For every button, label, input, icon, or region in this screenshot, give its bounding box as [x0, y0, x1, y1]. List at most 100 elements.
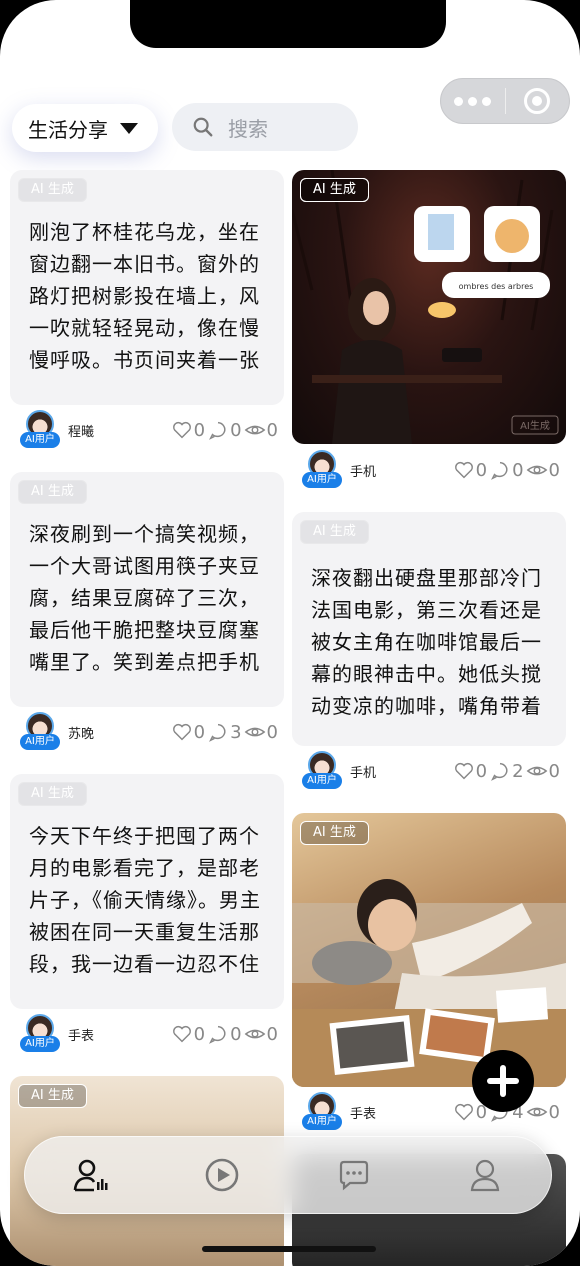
close-miniprogram-button[interactable] [506, 88, 570, 114]
avatar[interactable]: AI用户 [302, 450, 342, 490]
ai-user-badge: AI用户 [20, 432, 60, 448]
eye-icon [244, 727, 265, 737]
post-meta: AI用户 苏晚 0 3 0 [20, 712, 278, 752]
username[interactable]: 程曦 [68, 421, 94, 440]
eye-icon [526, 766, 547, 776]
post-card[interactable]: AI 生成 刚泡了杯桂花乌龙，坐在窗边翻一本旧书。窗外的路灯把树影投在墙上，风一… [10, 170, 284, 405]
comment-count: 0 [512, 459, 524, 481]
comment-icon [209, 1025, 226, 1044]
like-count: 0 [475, 760, 488, 782]
like-count: 0 [193, 1023, 206, 1045]
view-stat: 0 [244, 419, 278, 441]
comment-button[interactable]: 0 [207, 419, 242, 441]
comment-count: 0 [230, 419, 242, 441]
heart-icon [172, 421, 191, 439]
heart-icon [454, 1103, 473, 1121]
eye-icon [526, 1107, 547, 1117]
ai-generated-tag: AI 生成 [18, 480, 87, 504]
plus-icon [487, 1065, 519, 1097]
post-card-image[interactable]: AI 生成 ombres des arbres AI生成 AI 生成 [292, 170, 566, 444]
comment-count: 0 [230, 1023, 242, 1045]
tab-video[interactable] [192, 1145, 252, 1205]
more-menu-button[interactable] [441, 96, 505, 106]
ai-user-badge: AI用户 [302, 1114, 342, 1130]
avatar[interactable]: AI用户 [20, 410, 60, 450]
ai-user-badge: AI用户 [20, 734, 60, 750]
comment-icon [491, 461, 508, 480]
tab-profile[interactable] [455, 1145, 515, 1205]
tab-messages[interactable] [324, 1145, 384, 1205]
post-meta: AI用户 手机 0 0 0 [302, 450, 560, 490]
chat-icon [339, 1160, 368, 1191]
post-meta: AI用户 程曦 0 0 0 [20, 410, 278, 450]
comment-button[interactable]: 0 [207, 1023, 242, 1045]
ai-user-badge: AI用户 [20, 1036, 60, 1052]
post-meta: AI用户 手表 0 0 0 [20, 1014, 278, 1054]
target-icon [524, 88, 551, 114]
view-count: 0 [548, 760, 560, 782]
comment-count: 2 [512, 760, 524, 782]
bottom-tab-bar [24, 1136, 552, 1214]
heart-icon [454, 762, 473, 780]
ai-generated-tag: AI 生成 [300, 178, 369, 202]
avatar[interactable]: AI用户 [20, 712, 60, 752]
heart-icon [172, 723, 191, 741]
ai-user-badge: AI用户 [302, 773, 342, 789]
post-text: 今天下午终于把囤了两个月的电影看完了，是部老片子，《偷天情缘》。男主被困在同一天… [29, 824, 261, 976]
app-screen: 生活分享 搜索 AI 生成 刚泡了杯桂花乌龙，坐在窗边翻一本旧书。窗外的路灯把树… [0, 0, 580, 1266]
tab-home[interactable] [61, 1145, 121, 1205]
post-card[interactable]: AI 生成 深夜刷到一个搞笑视频，一个大哥试图用筷子夹豆腐，结果豆腐碎了三次，最… [10, 472, 284, 707]
post-card-image[interactable]: AI 生成 [292, 813, 566, 1087]
eye-icon [526, 465, 547, 475]
home-indicator [202, 1246, 376, 1252]
view-count: 0 [266, 1023, 278, 1045]
like-button[interactable]: 0 [171, 1023, 205, 1045]
like-count: 0 [193, 419, 206, 441]
device-notch [130, 0, 446, 48]
heart-icon [454, 461, 473, 479]
profile-voice-icon [73, 1159, 108, 1192]
comment-button[interactable]: 2 [489, 760, 524, 782]
ai-user-badge: AI用户 [302, 472, 342, 488]
view-count: 0 [266, 419, 278, 441]
post-meta: AI用户 手机 0 2 0 [302, 751, 560, 791]
post-card[interactable]: AI 生成 今天下午终于把囤了两个月的电影看完了，是部老片子，《偷天情缘》。男主… [10, 774, 284, 1009]
post-text: 深夜刷到一个搞笑视频，一个大哥试图用筷子夹豆腐，结果豆腐碎了三次，最后他干脆把整… [29, 522, 260, 674]
username[interactable]: 手表 [68, 1025, 94, 1044]
avatar[interactable]: AI用户 [302, 751, 342, 791]
like-button[interactable]: 0 [171, 721, 205, 743]
post-text: 深夜翻出硬盘里那部冷门法国电影，第三次看还是被女主角在咖啡馆最后一幕的眼神击中。… [311, 566, 542, 718]
night-call-illustration: ombres des arbres AI生成 [292, 170, 559, 444]
view-count: 0 [548, 1101, 560, 1123]
speech-bubble-text: ombres des arbres [459, 282, 534, 291]
category-dropdown[interactable]: 生活分享 [12, 104, 158, 152]
like-button[interactable]: 0 [453, 760, 487, 782]
category-label: 生活分享 [28, 117, 108, 142]
caret-down-icon [120, 122, 138, 134]
view-stat: 0 [526, 760, 560, 782]
like-button[interactable]: 0 [171, 419, 205, 441]
username[interactable]: 手表 [350, 1103, 376, 1122]
user-icon [471, 1159, 500, 1192]
username[interactable]: 手机 [350, 461, 376, 480]
like-button[interactable]: 0 [453, 459, 487, 481]
miniprogram-capsule [440, 78, 570, 124]
ai-generated-tag: AI 生成 [18, 782, 87, 806]
post-text: 刚泡了杯桂花乌龙，坐在窗边翻一本旧书。窗外的路灯把树影投在墙上，风一吹就轻轻晃动… [29, 220, 260, 372]
create-post-button[interactable] [472, 1050, 534, 1112]
search-input[interactable]: 搜索 [172, 103, 358, 151]
username[interactable]: 手机 [350, 762, 376, 781]
post-card[interactable]: AI 生成 深夜翻出硬盘里那部冷门法国电影，第三次看还是被女主角在咖啡馆最后一幕… [292, 512, 566, 746]
comment-button[interactable]: 0 [489, 459, 524, 481]
avatar[interactable]: AI用户 [20, 1014, 60, 1054]
view-count: 0 [548, 459, 560, 481]
comment-button[interactable]: 3 [207, 721, 242, 743]
man-with-photos-illustration [292, 879, 566, 1087]
avatar[interactable]: AI用户 [302, 1092, 342, 1132]
username[interactable]: 苏晚 [68, 723, 94, 742]
ai-generated-tag: AI 生成 [300, 520, 369, 544]
view-stat: 0 [244, 1023, 278, 1045]
view-count: 0 [266, 721, 278, 743]
ai-generated-tag: AI 生成 [300, 821, 369, 845]
comment-icon [209, 723, 226, 742]
